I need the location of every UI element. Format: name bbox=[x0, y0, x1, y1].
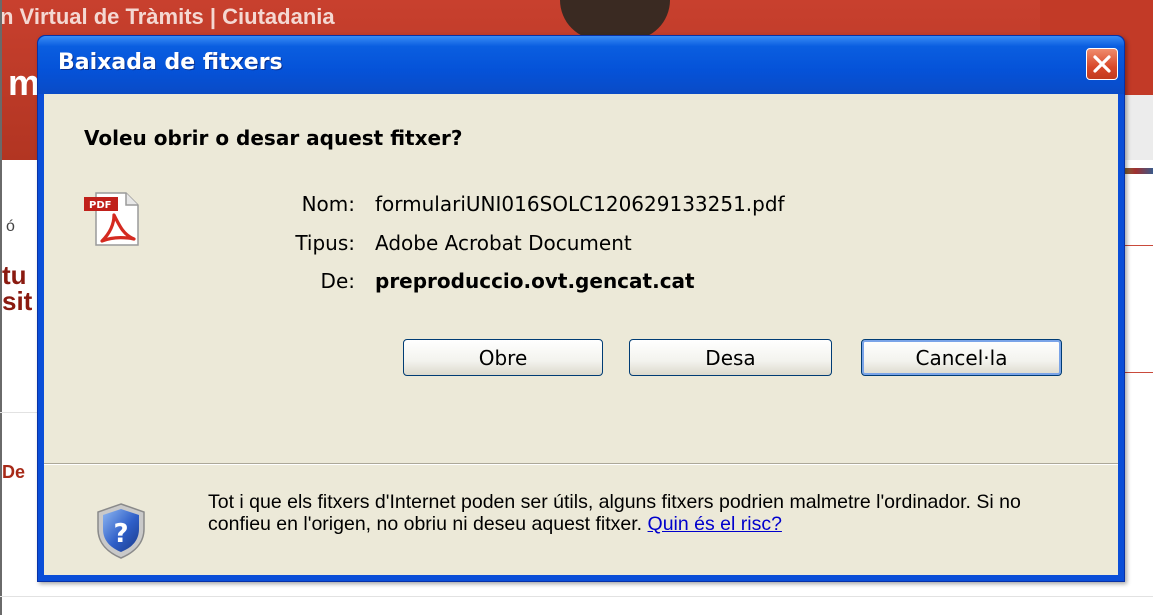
risk-link[interactable]: Quin és el risc? bbox=[648, 513, 782, 535]
page-side-heading-line2: sit bbox=[2, 286, 33, 316]
cancel-button[interactable]: Cancel·la bbox=[861, 339, 1062, 376]
from-label: De: bbox=[320, 269, 355, 293]
close-button[interactable] bbox=[1086, 48, 1118, 80]
page-side-link[interactable]: De bbox=[2, 462, 25, 483]
from-value: preproduccio.ovt.gencat.cat bbox=[375, 269, 695, 293]
type-value: Adobe Acrobat Document bbox=[375, 231, 632, 255]
svg-text:?: ? bbox=[113, 519, 128, 549]
shield-question-icon: ? bbox=[97, 503, 145, 559]
page-divider bbox=[0, 596, 1153, 597]
dialog-title: Baixada de fitxers bbox=[58, 50, 283, 75]
page-side-heading: tu sit bbox=[2, 262, 32, 314]
page-divider bbox=[0, 412, 37, 413]
open-button[interactable]: Obre bbox=[403, 339, 603, 376]
security-warning-text: Tot i que els fitxers d'Internet poden s… bbox=[208, 491, 1021, 535]
name-value: formulariUNI016SOLC120629133251.pdf bbox=[375, 192, 785, 216]
type-label: Tipus: bbox=[295, 231, 355, 255]
page-side-text: ó bbox=[6, 218, 15, 235]
dialog-titlebar[interactable]: Baixada de fitxers bbox=[38, 36, 1124, 94]
dialog-question: Voleu obrir o desar aquest fitxer? bbox=[84, 126, 463, 150]
save-button[interactable]: Desa bbox=[629, 339, 832, 376]
close-icon bbox=[1093, 55, 1111, 73]
dialog-separator-highlight bbox=[44, 464, 1118, 465]
pdf-file-icon: PDF bbox=[84, 192, 139, 246]
page-header-title: n Virtual de Tràmits | Ciutadania bbox=[0, 4, 335, 29]
security-warning: Tot i que els fitxers d'Internet poden s… bbox=[208, 491, 1088, 535]
file-download-dialog: Baixada de fitxers Voleu obrir o desar a… bbox=[37, 35, 1125, 582]
svg-text:PDF: PDF bbox=[89, 200, 111, 211]
name-label: Nom: bbox=[301, 192, 355, 216]
page-header-letter: m bbox=[8, 62, 41, 103]
dialog-body: Voleu obrir o desar aquest fitxer? PDF N… bbox=[44, 94, 1118, 575]
